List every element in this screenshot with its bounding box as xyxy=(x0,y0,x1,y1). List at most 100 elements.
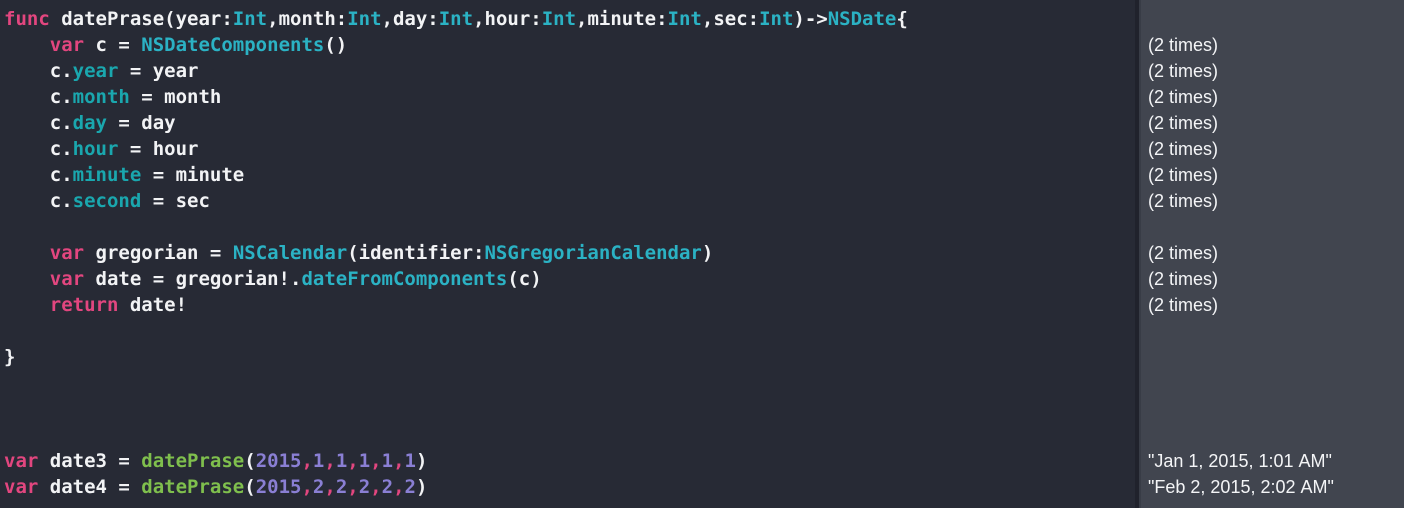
code-token-plain: = month xyxy=(129,86,222,108)
result-value[interactable]: "Feb 2, 2015, 2:02 AM" xyxy=(1141,474,1404,500)
code-token-comma: , xyxy=(324,450,336,472)
code-line[interactable] xyxy=(0,318,1135,344)
code-token-type: NSGregorianCalendar xyxy=(484,242,702,264)
result-empty xyxy=(1141,6,1404,32)
code-line[interactable]: c.day = day xyxy=(0,110,1135,136)
result-value[interactable]: (2 times) xyxy=(1141,58,1404,84)
code-token-plain: date4 = xyxy=(38,476,142,498)
result-value[interactable]: "Jan 1, 2015, 1:01 AM" xyxy=(1141,448,1404,474)
code-line[interactable]: return date! xyxy=(0,292,1135,318)
result-value[interactable]: (2 times) xyxy=(1141,266,1404,292)
code-token-plain: ,minute: xyxy=(576,8,668,30)
code-token-kw: return xyxy=(49,294,119,316)
code-token-type: Int xyxy=(541,8,577,30)
code-token-comma: , xyxy=(301,450,313,472)
result-empty xyxy=(1141,318,1404,344)
code-token-type: Int xyxy=(667,8,702,30)
code-token-plain: c. xyxy=(49,138,73,160)
code-token-num: 2 xyxy=(358,476,371,498)
results-lines: (2 times) (2 times) (2 times) (2 times) (2 t… xyxy=(1141,6,1404,500)
code-token-comma: , xyxy=(301,476,313,498)
code-token-plain: )-> xyxy=(793,8,828,30)
code-token-type: Int xyxy=(232,8,268,30)
code-token-kw: var xyxy=(4,450,39,472)
code-token-plain: c. xyxy=(49,86,73,108)
code-token-kw: var xyxy=(49,242,85,264)
result-empty xyxy=(1141,370,1404,396)
result-value[interactable]: (2 times) xyxy=(1141,110,1404,136)
result-value[interactable]: (2 times) xyxy=(1141,162,1404,188)
code-token-comma: , xyxy=(370,476,382,498)
code-token-kw: func xyxy=(4,8,50,30)
code-token-num: 2 xyxy=(335,476,348,498)
code-token-type: NSDateComponents xyxy=(141,34,325,56)
code-token-prop: year xyxy=(72,60,119,82)
code-lines[interactable]: func datePrase(year:Int,month:Int,day:In… xyxy=(0,6,1135,500)
code-line[interactable]: c.year = year xyxy=(0,58,1135,84)
code-token-comma: , xyxy=(347,450,359,472)
result-value[interactable]: (2 times) xyxy=(1141,32,1404,58)
code-token-type: Int xyxy=(759,8,794,30)
result-value[interactable]: (2 times) xyxy=(1141,136,1404,162)
code-token-plain: = day xyxy=(106,112,176,134)
code-line[interactable] xyxy=(0,214,1135,240)
code-token-plain: c. xyxy=(49,112,73,134)
code-line[interactable]: var gregorian = NSCalendar(identifier:NS… xyxy=(0,240,1135,266)
code-token-plain: datePrase(year: xyxy=(49,8,233,30)
code-line[interactable]: var date = gregorian!.dateFromComponents… xyxy=(0,266,1135,292)
result-empty xyxy=(1141,214,1404,240)
result-value[interactable]: (2 times) xyxy=(1141,292,1404,318)
code-token-prop: hour xyxy=(72,138,119,160)
result-empty xyxy=(1141,422,1404,448)
code-token-num: 2015 xyxy=(255,450,302,472)
code-token-num: 2 xyxy=(312,476,325,498)
code-token-num: 1 xyxy=(404,450,416,472)
result-empty xyxy=(1141,396,1404,422)
code-token-num: 1 xyxy=(381,450,394,472)
code-line[interactable]: c.month = month xyxy=(0,84,1135,110)
code-line[interactable]: } xyxy=(0,344,1135,370)
code-line[interactable]: func datePrase(year:Int,month:Int,day:In… xyxy=(0,6,1135,32)
code-token-call: datePrase xyxy=(141,450,245,472)
code-token-plain: c. xyxy=(49,190,73,212)
code-token-plain: ( xyxy=(244,450,256,472)
code-line[interactable] xyxy=(0,370,1135,396)
results-sidebar-pane[interactable]: (2 times) (2 times) (2 times) (2 times) (2 t… xyxy=(1141,0,1404,508)
playground-window: func datePrase(year:Int,month:Int,day:In… xyxy=(0,0,1404,508)
code-token-kw: var xyxy=(49,268,85,290)
code-line[interactable]: var date4 = datePrase(2015,2,2,2,2,2) xyxy=(0,474,1135,500)
code-line[interactable] xyxy=(0,396,1135,422)
result-value[interactable]: (2 times) xyxy=(1141,240,1404,266)
code-token-plain: c. xyxy=(49,164,73,186)
result-value[interactable]: (2 times) xyxy=(1141,188,1404,214)
code-token-plain: () xyxy=(324,34,348,56)
code-line[interactable]: c.hour = hour xyxy=(0,136,1135,162)
code-token-type: Int xyxy=(438,8,474,30)
code-editor-pane[interactable]: func datePrase(year:Int,month:Int,day:In… xyxy=(0,0,1135,508)
code-token-plain: ,sec: xyxy=(701,8,760,30)
code-token-prop: day xyxy=(72,112,107,134)
code-token-plain: ,hour: xyxy=(473,8,542,30)
code-line[interactable]: var date3 = datePrase(2015,1,1,1,1,1) xyxy=(0,448,1135,474)
code-line[interactable]: c.minute = minute xyxy=(0,162,1135,188)
code-line[interactable] xyxy=(0,422,1135,448)
code-token-plain: ) xyxy=(415,476,428,498)
code-token-plain: date! xyxy=(118,294,188,316)
code-token-type: dateFromComponents xyxy=(301,268,508,290)
code-line[interactable]: c.second = sec xyxy=(0,188,1135,214)
code-token-plain: (c) xyxy=(507,268,542,290)
code-token-plain: ) xyxy=(415,450,428,472)
code-token-num: 1 xyxy=(335,450,348,472)
code-token-num: 2 xyxy=(404,476,416,498)
result-value[interactable]: (2 times) xyxy=(1141,84,1404,110)
code-token-plain: c = xyxy=(84,34,142,56)
code-token-prop: month xyxy=(72,86,130,108)
code-token-comma: , xyxy=(324,476,336,498)
code-line[interactable]: var c = NSDateComponents() xyxy=(0,32,1135,58)
